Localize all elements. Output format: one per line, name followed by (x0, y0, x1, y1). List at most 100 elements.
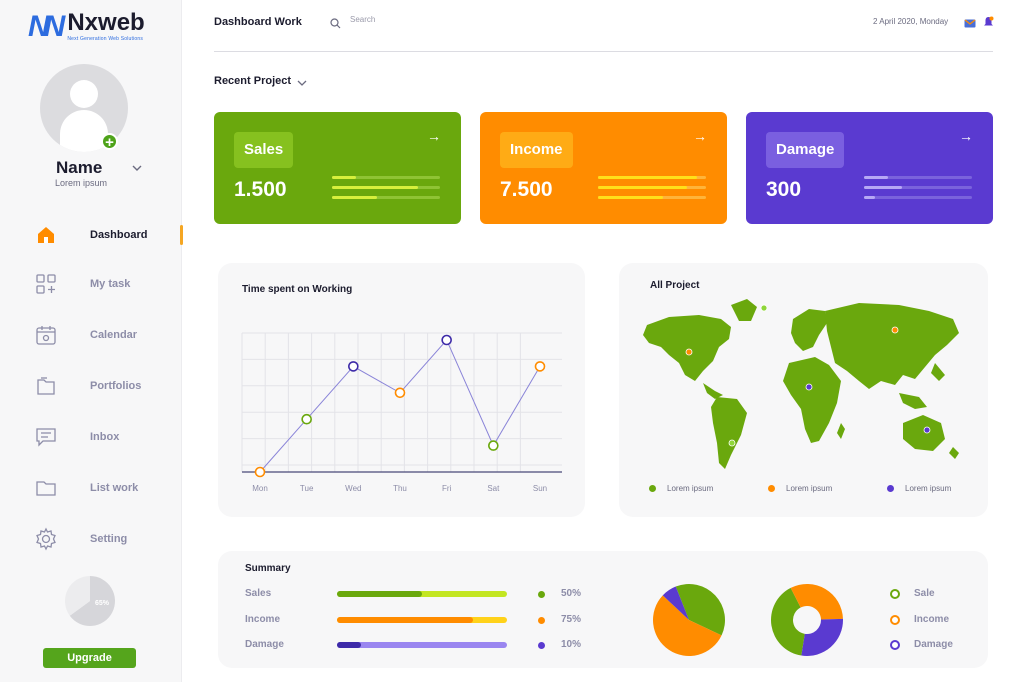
legend-ring-icon (890, 588, 900, 599)
card-sales[interactable]: Sales 1.500 → (214, 112, 461, 224)
home-icon (34, 223, 58, 247)
card-label: Damage (766, 132, 845, 168)
add-photo-icon[interactable]: + (101, 133, 118, 151)
map-marker[interactable] (805, 383, 813, 391)
section-title-recent-project[interactable]: Recent Project (214, 75, 291, 87)
summary-pie-chart (653, 584, 725, 656)
card-progress-bar (332, 176, 440, 179)
sidebar-item-my-task[interactable]: My task (0, 264, 182, 304)
mail-icon[interactable] (964, 16, 976, 34)
summary-dot-icon (538, 642, 545, 649)
map-marker[interactable] (923, 426, 931, 434)
folder-files-icon (34, 374, 58, 398)
x-tick-label: Sun (533, 484, 547, 493)
x-tick-label: Mon (252, 484, 268, 493)
sidebar-item-label: Setting (90, 533, 128, 545)
data-point (534, 361, 546, 372)
sidebar-item-label: Calendar (90, 329, 138, 341)
card-progress-bar (864, 186, 972, 189)
world-map-land (643, 299, 959, 469)
time-spent-panel: Time spent on Working Mon Tue Wed Thu Fri Sat… (218, 263, 585, 517)
summary-row-percent: 50% (561, 588, 582, 599)
legend-label: Lorem ipsum (667, 484, 714, 493)
chevron-down-icon[interactable] (132, 160, 142, 175)
legend-ring-icon (890, 614, 900, 625)
map-legend-item: Lorem ipsum (887, 484, 951, 493)
card-progress-bar (864, 176, 972, 179)
card-value: 1.500 (234, 178, 287, 201)
map-legend-item: Lorem ipsum (649, 484, 713, 493)
summary-row-percent: 10% (561, 639, 582, 650)
donut-slice (790, 584, 843, 620)
summary-progress-bar (337, 591, 507, 597)
chevron-down-icon[interactable] (297, 74, 307, 92)
grid-plus-icon (34, 272, 58, 296)
map-marker[interactable] (728, 439, 736, 447)
legend-label: Income (914, 614, 950, 625)
world-map (643, 299, 959, 469)
card-label: Sales (234, 132, 294, 168)
card-income[interactable]: Income 7.500 → (480, 112, 727, 224)
sidebar-item-inbox[interactable]: Inbox (0, 417, 182, 457)
card-label: Income (500, 132, 573, 168)
sidebar-item-label: Dashboard (90, 229, 148, 241)
usage-pie-chart: 65% (65, 576, 115, 626)
x-tick-label: Wed (345, 484, 361, 493)
donut-slice (801, 618, 843, 656)
summary-panel: Summary Sales 50% Income 75% Damage 10% … (218, 551, 988, 668)
sidebar-item-label: My task (90, 278, 131, 290)
upgrade-button[interactable]: Upgrade (43, 648, 136, 668)
search-icon[interactable] (330, 16, 341, 34)
x-tick-label: Thu (393, 484, 407, 493)
card-value: 300 (766, 178, 802, 201)
brand-tagline: Next Generation Web Solutions (67, 36, 144, 42)
data-point (348, 361, 359, 372)
card-progress-bar (598, 176, 706, 179)
legend-label: Damage (914, 639, 953, 650)
active-indicator (180, 225, 183, 245)
summary-row-percent: 75% (561, 614, 582, 625)
map-marker[interactable] (760, 304, 768, 312)
data-point (488, 440, 499, 451)
map-marker[interactable] (685, 348, 693, 356)
data-point (254, 466, 266, 478)
sidebar-item-label: Inbox (90, 431, 120, 443)
card-damage[interactable]: Damage 300 → (746, 112, 993, 224)
sidebar: NN Nxweb Next Generation Web Solutions +… (0, 0, 183, 682)
data-point (441, 334, 452, 346)
arrow-right-icon[interactable]: → (693, 128, 707, 144)
card-progress-bar (598, 196, 706, 199)
brand-logo[interactable]: NN Nxweb Next Generation Web Solutions (28, 10, 145, 44)
inbox-icon (34, 425, 58, 449)
sidebar-item-portfolios[interactable]: Portfolios (0, 366, 182, 406)
summary-dot-icon (538, 591, 545, 598)
brand-name: Nxweb (67, 9, 145, 36)
sidebar-item-calendar[interactable]: Calendar (0, 315, 182, 355)
summary-row-label: Damage (245, 639, 284, 650)
map-legend-item: Lorem ipsum (768, 484, 832, 493)
arrow-right-icon[interactable]: → (959, 128, 973, 144)
sidebar-item-dashboard[interactable]: Dashboard (0, 215, 183, 255)
summary-legend-item: Sale (890, 588, 935, 599)
card-progress-bar (332, 196, 440, 199)
sidebar-item-list-work[interactable]: List work (0, 468, 182, 508)
time-spent-line-chart: Mon Tue Wed Thu Fri Sat Sun (241, 332, 562, 493)
notification-bell-icon[interactable] (983, 15, 994, 33)
summary-dot-icon (538, 617, 545, 624)
legend-dot-icon (887, 485, 894, 492)
summary-legend-item: Income (890, 614, 949, 625)
card-progress-bar (864, 196, 972, 199)
summary-row-label: Income (245, 614, 281, 625)
summary-legend-item: Damage (890, 639, 953, 650)
data-point (301, 413, 312, 425)
x-tick-label: Fri (442, 484, 452, 493)
card-value: 7.500 (500, 178, 553, 201)
x-tick-label: Tue (300, 484, 314, 493)
map-marker[interactable] (891, 326, 899, 334)
search-input[interactable] (350, 15, 490, 24)
sidebar-item-setting[interactable]: Setting (0, 519, 182, 559)
arrow-right-icon[interactable]: → (427, 128, 441, 144)
sidebar-item-label: List work (90, 482, 139, 494)
legend-dot-icon (768, 485, 775, 492)
all-project-panel: All Project Lorem ipsum Lorem ipsum Lore… (619, 263, 988, 517)
